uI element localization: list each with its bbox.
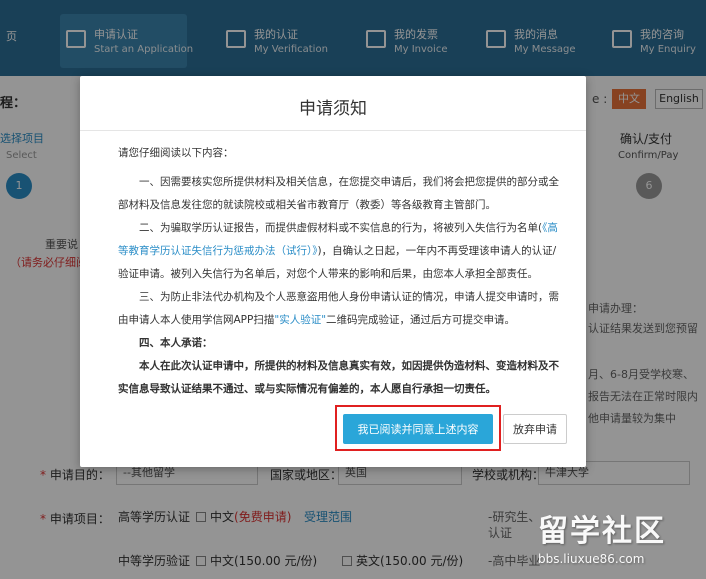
modal-title: 申请须知 xyxy=(299,99,367,119)
modal-body: 请您仔细阅读以下内容： 一、因需要核实您所提供材料及相关信息，在您提交申请后，我… xyxy=(118,142,566,401)
real-person-link[interactable]: "实人验证" xyxy=(274,314,326,326)
application-notice-modal: 申请须知 请您仔细阅读以下内容： 一、因需要核实您所提供材料及相关信息，在您提交… xyxy=(80,76,586,467)
modal-intro: 请您仔细阅读以下内容： xyxy=(118,147,234,159)
agree-button[interactable]: 我已阅读并同意上述内容 xyxy=(343,414,493,444)
modal-paragraph-1: 一、因需要核实您所提供材料及相关信息，在您提交申请后，我们将会把您提供的部分或全… xyxy=(118,176,559,211)
modal-paragraph-4-title: 四、本人承诺： xyxy=(139,337,213,349)
modal-paragraph-2: 二、为骗取学历认证报告，而提供虚假材料或不实信息的行为，将被列入失信行为名单(《… xyxy=(118,222,558,280)
modal-divider xyxy=(80,130,586,131)
modal-paragraph-4-body: 本人在此次认证申请中，所提供的材料及信息真实有效，如因提供伪造材料、变造材料及不… xyxy=(118,360,559,395)
abandon-button[interactable]: 放弃申请 xyxy=(503,414,567,444)
watermark-url: bbs.liuxue86.com xyxy=(538,552,645,566)
watermark-text: 留学社区 xyxy=(538,514,666,549)
watermark-logo: 留学社区 bbs.liuxue86.com xyxy=(538,506,666,566)
modal-paragraph-3: 三、为防止非法代办机构及个人恶意盗用他人身份申请认证的情况，申请人提交申请时，需… xyxy=(118,291,559,326)
